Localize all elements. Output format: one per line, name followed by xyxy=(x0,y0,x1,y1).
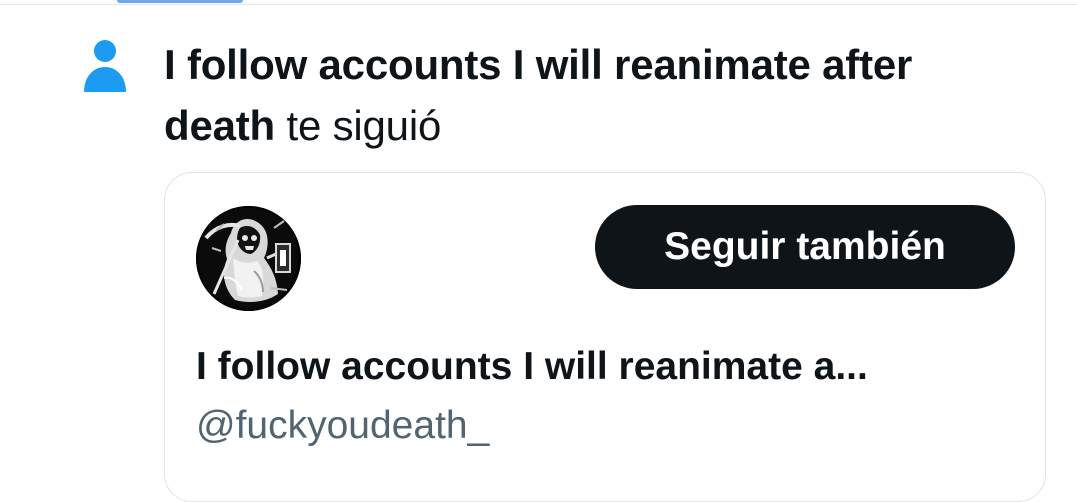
follow-notification[interactable]: I follow accounts I will reanimate after… xyxy=(0,0,1077,502)
profile-avatar[interactable] xyxy=(196,206,301,311)
person-icon xyxy=(84,40,126,92)
actor-name[interactable]: I follow accounts I will reanimate after… xyxy=(164,41,912,149)
profile-display-name[interactable]: I follow accounts I will reanimate a... xyxy=(196,340,1006,394)
action-text: te siguió xyxy=(286,102,442,149)
grim-reaper-avatar xyxy=(196,206,301,311)
follow-back-button[interactable]: Seguir también xyxy=(595,205,1015,289)
notification-text: I follow accounts I will reanimate after… xyxy=(164,34,1024,156)
profile-handle[interactable]: @fuckyoudeath_ xyxy=(196,399,796,453)
